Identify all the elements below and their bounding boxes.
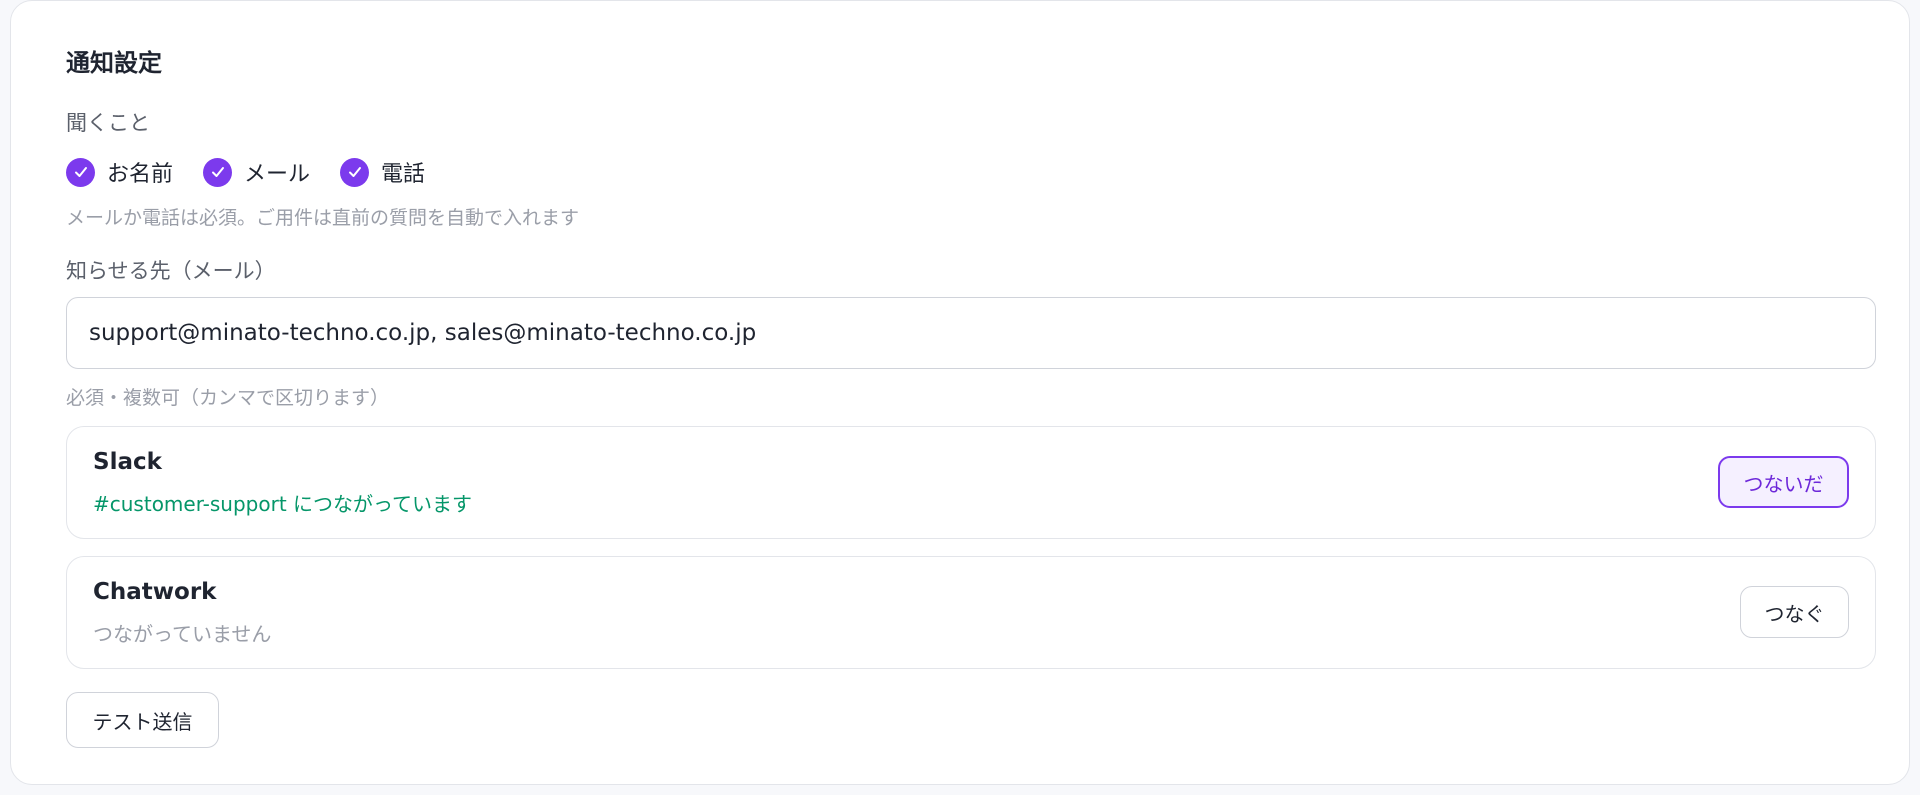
notify-email-input[interactable] xyxy=(66,297,1876,369)
ask-hint: メールか電話は必須。ご用件は直前の質問を自動で入れます xyxy=(66,207,580,229)
integration-slack: Slack #customer-support につながっています つないだ xyxy=(66,426,1876,539)
chatwork-connect-button[interactable]: つなぐ xyxy=(1740,586,1849,638)
check-icon[interactable] xyxy=(66,157,95,187)
section-title: 通知設定 xyxy=(66,49,162,77)
notify-label: 知らせる先（メール） xyxy=(66,259,276,283)
option-phone[interactable]: 電話 xyxy=(340,156,425,188)
integration-status: #customer-support につながっています xyxy=(93,492,473,516)
check-icon[interactable] xyxy=(203,157,233,187)
integration-name: Slack xyxy=(93,449,162,475)
slack-connected-button[interactable]: つないだ xyxy=(1718,456,1849,508)
notification-settings-card: 通知設定 聞くこと お名前 メール 電話 メールか電話は必須。ご用件は直前の質問… xyxy=(10,0,1910,785)
ask-options: お名前 メール 電話 xyxy=(66,156,455,188)
test-send-button[interactable]: テスト送信 xyxy=(66,692,219,748)
integration-status: つながっていません xyxy=(93,622,272,646)
integration-chatwork: Chatwork つながっていません つなぐ xyxy=(66,556,1876,669)
option-label: メール xyxy=(244,162,311,187)
option-email[interactable]: メール xyxy=(203,156,310,188)
option-name[interactable]: お名前 xyxy=(66,156,173,188)
option-label: 電話 xyxy=(381,162,426,187)
check-icon[interactable] xyxy=(340,157,370,187)
option-label: お名前 xyxy=(107,162,174,187)
integration-name: Chatwork xyxy=(93,579,217,605)
notify-hint: 必須・複数可（カンマで区切ります） xyxy=(66,387,390,409)
ask-label: 聞くこと xyxy=(66,111,150,135)
